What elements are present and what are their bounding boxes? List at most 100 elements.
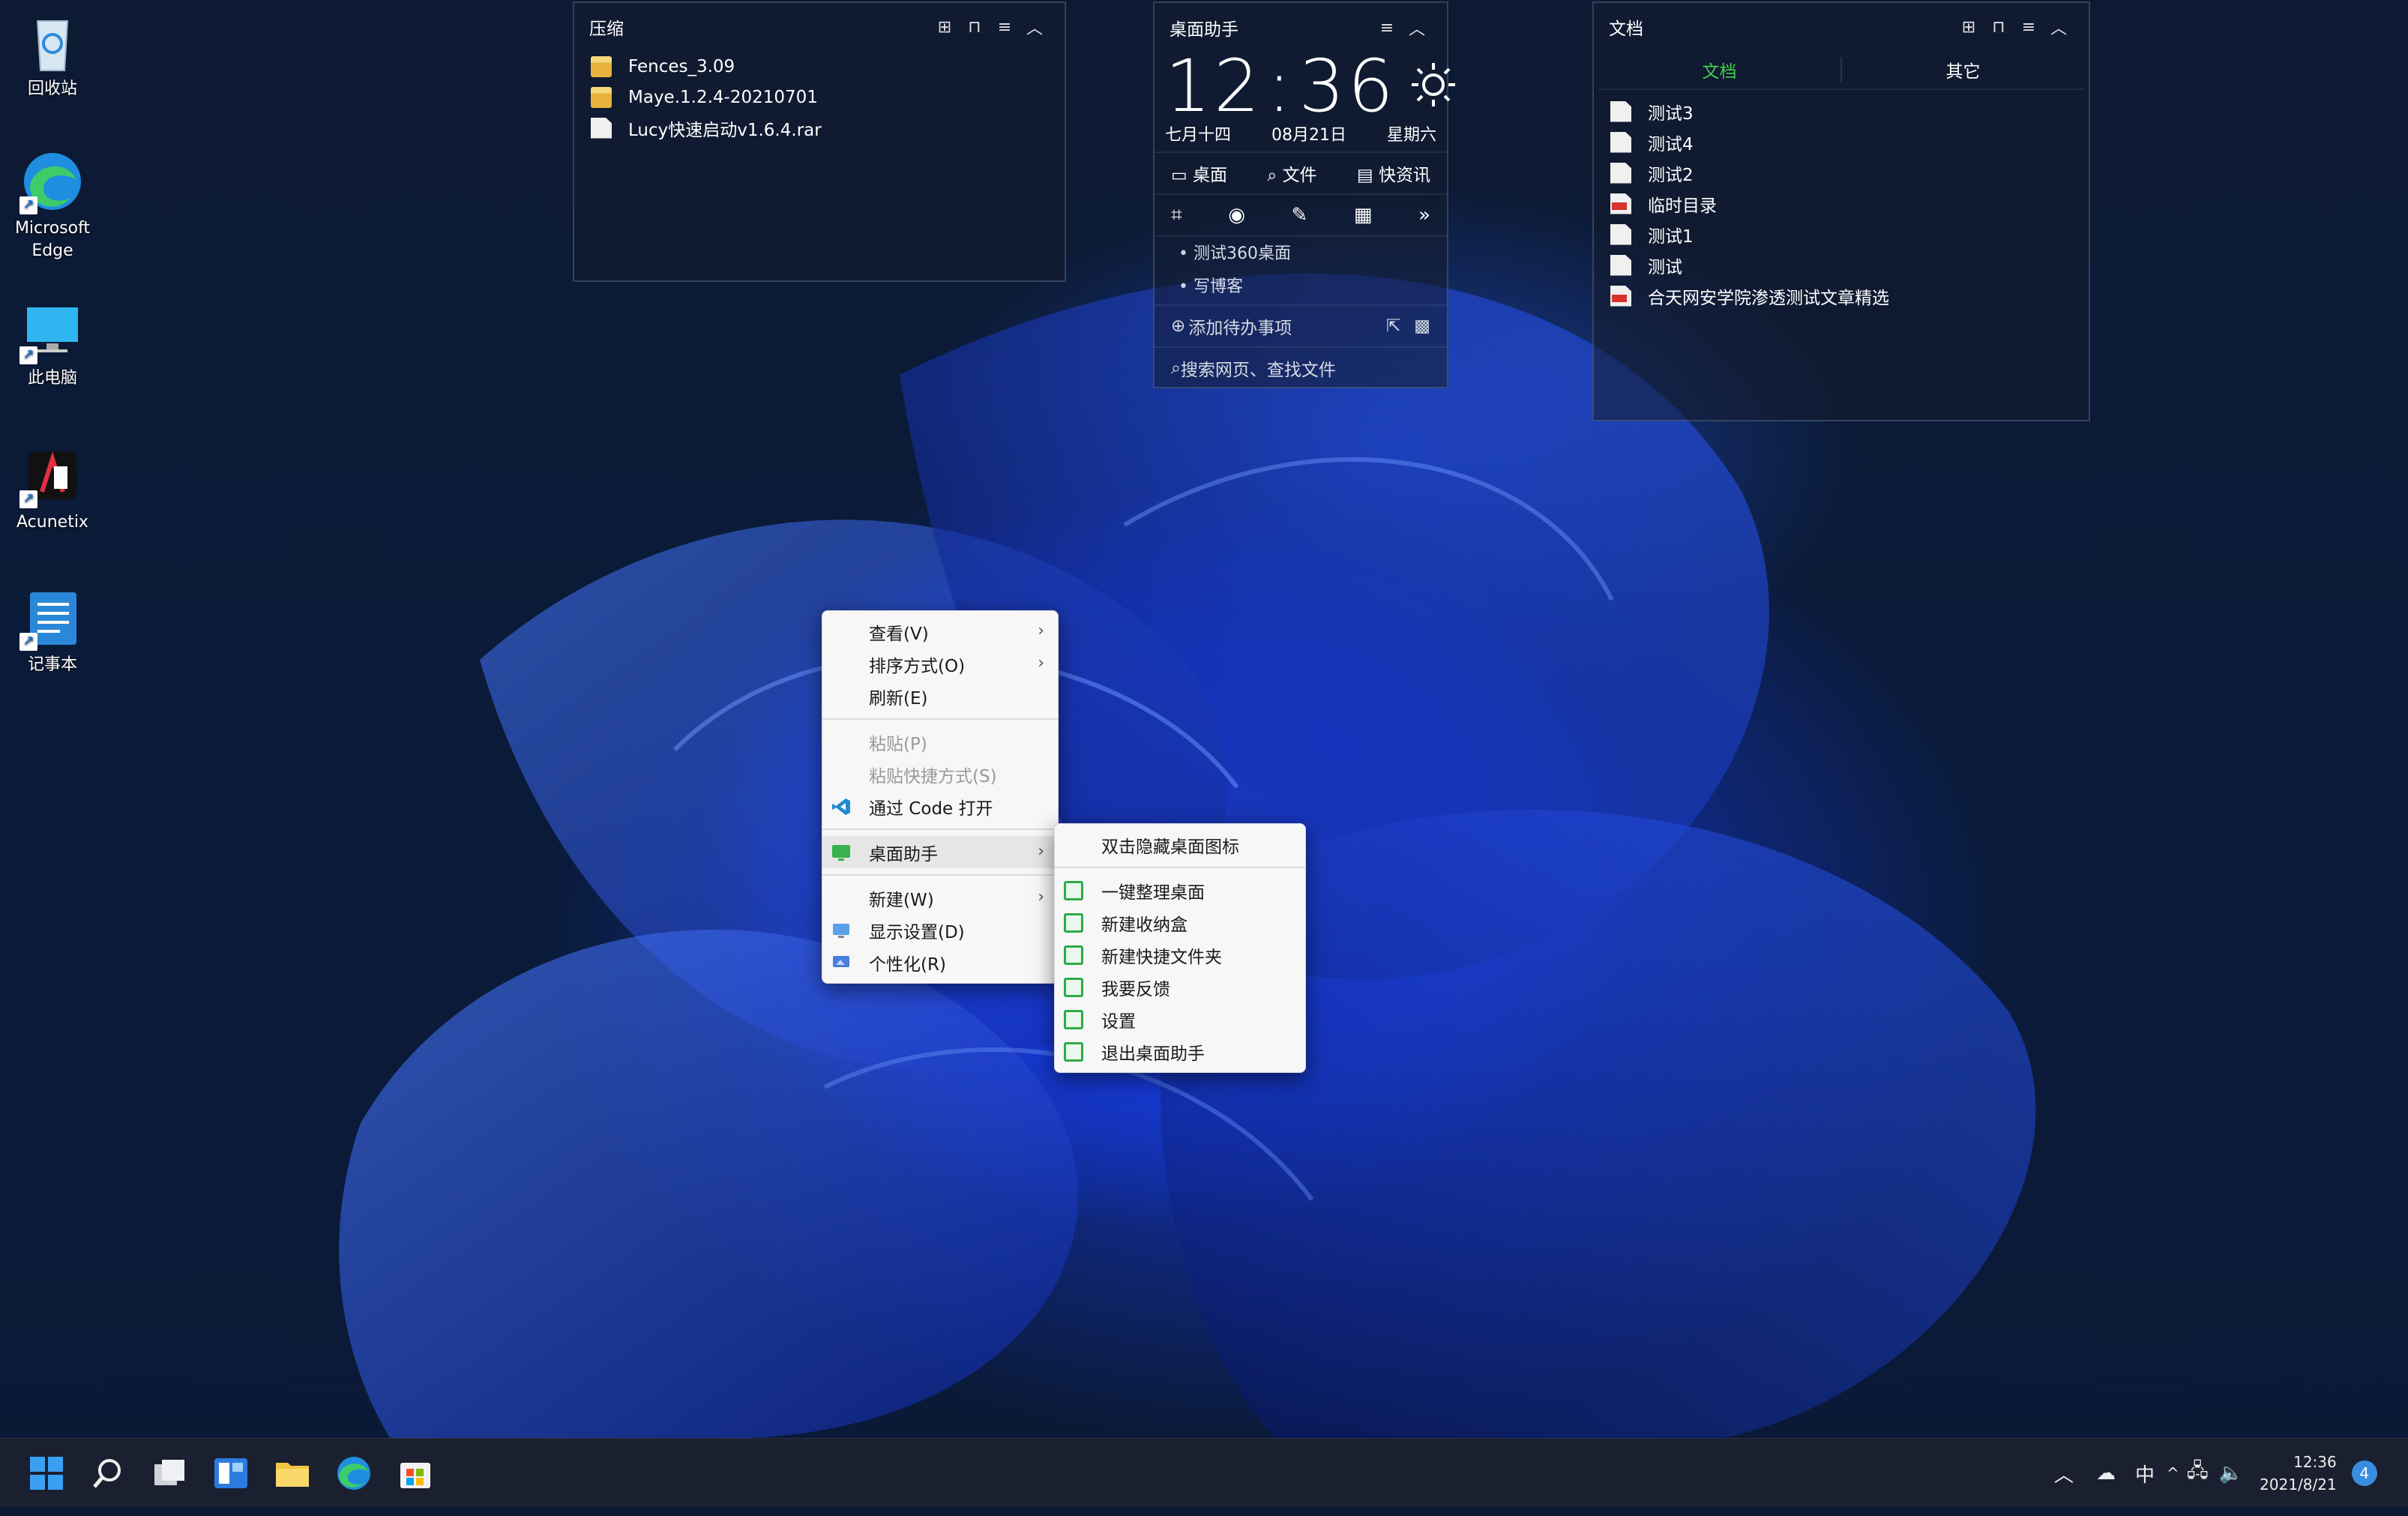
tab-file[interactable]: ⌕ 文件 [1267,160,1316,186]
add-todo-row[interactable]: ⊕ 添加待办事项 ⇱ ▩ [1155,304,1447,346]
desktop-icon-recycle-bin[interactable]: 回收站 [7,10,97,100]
store-icon[interactable] [396,1454,435,1493]
notification-badge[interactable]: 4 [2351,1461,2377,1486]
calculator-icon[interactable]: ▦ [1354,204,1373,226]
fence-item-label: 测试 [1648,257,1682,277]
fence-compress[interactable]: 压缩 ⊞ ⊓ ≡ ︿ Fences_3.09 Maye.1.2.4-202107… [573,1,1066,282]
helper-tabs: ▭ 桌面 ⌕ 文件 ▤ 快资讯 [1155,151,1447,193]
document-icon [1610,223,1631,245]
collapse-icon[interactable]: ︿ [2044,15,2074,39]
fence-documents[interactable]: 文档 ⊞ ⊓ ≡ ︿ 文档 其它 测试3 测试4 测试2 临时目录 测试1 测试… [1592,1,2090,421]
menu-item-label: 桌面助手 [869,844,938,864]
menu-item-sort[interactable]: 排序方式(O) › [822,648,1058,680]
shortcut-arrow-icon: ↗ [19,490,37,508]
menu-item-label: 显示设置(D) [869,922,965,942]
network-icon[interactable]: 🖧 [2187,1457,2209,1490]
date-line: 七月十四 08月21日 星期六 [1155,120,1447,147]
desktop-icon-notepad[interactable]: ↗ 记事本 [7,586,97,676]
grid-view-icon[interactable]: ⊞ [1954,18,1984,37]
submenu-item-new-box[interactable]: 新建收纳盒 [1055,906,1305,939]
menu-item-label: 个性化(R) [869,954,946,975]
helper-search-input[interactable]: ⌕ 搜索网页、查找文件 [1155,346,1447,388]
helper-toolbar: ⌗ ◉ ✎ ▦ » [1155,193,1447,235]
search-icon: ⌕ [1171,358,1181,378]
pdf-icon [1610,285,1631,307]
helper-title: 桌面助手 [1170,20,1238,40]
fence-item-label: 测试1 [1648,226,1694,247]
add-todo-label: 添加待办事项 [1188,319,1292,338]
desktop-icon-label: 此电脑 [27,369,77,388]
todo-item[interactable]: 测试360桌面 [1155,235,1447,270]
menu-separator [822,874,1058,876]
desktop-helper-widget[interactable]: 桌面助手 ≡ ︿ 12 : 36 七月十四 08月21日 星期六 ▭ 桌面 ⌕ … [1153,1,1455,388]
eye-icon[interactable]: ◉ [1228,204,1245,226]
fence-item[interactable]: 临时目录 [1594,188,2089,219]
more-icon[interactable]: » [1418,204,1430,226]
tab-news[interactable]: ▤ 快资讯 [1357,160,1430,186]
grid-view-icon[interactable]: ⊞ [930,18,960,37]
fence-header[interactable]: 文档 ⊞ ⊓ ≡ ︿ [1594,3,2089,51]
menu-icon[interactable]: ≡ [2014,18,2044,37]
menu-item-label: 双击隐藏桌面图标 [1101,837,1239,857]
submenu-item-organize[interactable]: 一键整理桌面 [1055,874,1305,906]
crop-icon[interactable]: ⌗ [1171,204,1182,227]
tab-documents[interactable]: 文档 [1598,57,1842,82]
collapse-icon[interactable]: ︿ [1402,16,1432,40]
lock-icon[interactable]: ⊓ [960,18,990,37]
fence-item[interactable]: Maye.1.2.4-20210701 [574,82,1065,112]
qrcode-icon[interactable]: ▩ [1414,316,1430,336]
menu-item-open-with-code[interactable]: 通过 Code 打开 [822,790,1058,822]
submenu-item-exit[interactable]: 退出桌面助手 [1055,1035,1305,1068]
desktop-icon-this-pc[interactable]: ↗ 此电脑 [7,300,97,390]
edit-icon[interactable]: ✎ [1292,204,1308,226]
onedrive-cloud-icon[interactable]: ☁ [2096,1462,2116,1485]
menu-item-label: 刷新(E) [869,688,928,709]
tab-desktop[interactable]: ▭ 桌面 [1171,160,1227,186]
fence-item-label: 测试3 [1648,103,1694,124]
widgets-icon[interactable] [211,1454,250,1493]
fence-item[interactable]: 测试4 [1594,127,2089,157]
todo-item[interactable]: 写博客 [1155,270,1447,304]
ime-mode-icon[interactable]: ^ [2167,1464,2179,1482]
fence-item[interactable]: 测试 [1594,250,2089,280]
volume-icon[interactable]: 🔈 [2219,1462,2243,1485]
plus-circle-icon: ⊕ [1171,316,1186,336]
menu-icon[interactable]: ≡ [990,18,1020,37]
menu-icon[interactable]: ≡ [1372,19,1402,37]
task-view-icon[interactable] [150,1454,189,1493]
fence-item[interactable]: 合天网安学院渗透测试文章精选 [1594,280,2089,311]
collapse-icon[interactable]: ︿ [1020,15,1050,39]
menu-item-display-settings[interactable]: 显示设置(D) [822,914,1058,946]
menu-item-paste-shortcut: 粘贴快捷方式(S) [822,758,1058,790]
fence-item-label: Maye.1.2.4-20210701 [628,87,818,107]
submenu-item-dblclick-hide[interactable]: 双击隐藏桌面图标 [1055,828,1305,861]
submenu-item-new-shortcut-folder[interactable]: 新建快捷文件夹 [1055,939,1305,971]
file-explorer-icon[interactable] [273,1454,312,1493]
desktop-icon-acunetix[interactable]: ↗ Acunetix [7,444,97,534]
fence-item[interactable]: 测试1 [1594,219,2089,250]
edge-icon[interactable] [334,1454,373,1493]
clock-area[interactable]: 12:36 2021/8/21 [2260,1451,2337,1496]
lock-icon[interactable]: ⊓ [1984,18,2014,37]
document-icon [1610,131,1631,153]
menu-item-personalize[interactable]: 个性化(R) [822,946,1058,978]
fence-item[interactable]: 测试2 [1594,157,2089,188]
menu-item-view[interactable]: 查看(V) › [822,616,1058,648]
fence-item[interactable]: 测试3 [1594,96,2089,127]
fence-item-label: 测试2 [1648,165,1694,185]
menu-item-new[interactable]: 新建(W) › [822,882,1058,914]
submenu-item-settings[interactable]: 设置 [1055,1003,1305,1035]
menu-item-refresh[interactable]: 刷新(E) [822,680,1058,712]
start-icon[interactable] [27,1454,66,1493]
fence-item[interactable]: Lucy快速启动v1.6.4.rar [574,112,1065,143]
fence-header[interactable]: 压缩 ⊞ ⊓ ≡ ︿ [574,3,1065,51]
share-icon[interactable]: ⇱ [1386,316,1400,336]
submenu-item-feedback[interactable]: 我要反馈 [1055,971,1305,1003]
tab-other[interactable]: 其它 [1842,57,2084,82]
search-icon[interactable] [88,1454,127,1493]
desktop-icon-edge[interactable]: ↗ Microsoft Edge [7,150,97,262]
tray-overflow-chevron-icon[interactable]: ︿ [2054,1460,2074,1488]
fence-item[interactable]: Fences_3.09 [574,51,1065,82]
ime-indicator[interactable]: 中 [2135,1460,2155,1488]
menu-item-desktop-helper[interactable]: 桌面助手 › [822,836,1058,868]
